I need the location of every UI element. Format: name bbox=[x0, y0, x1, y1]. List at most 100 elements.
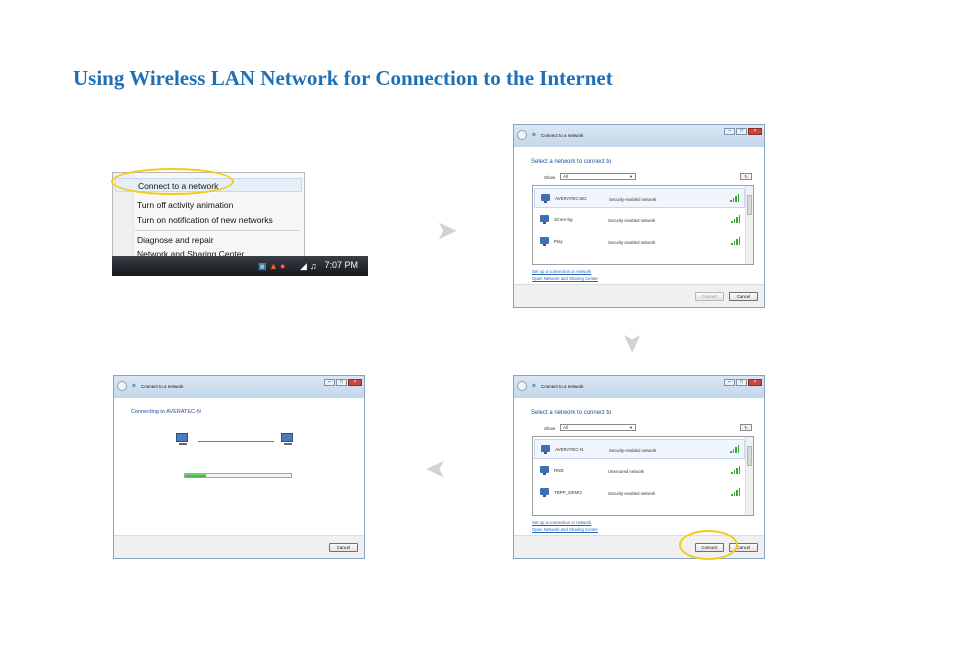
refresh-button[interactable]: ↻ bbox=[740, 173, 752, 180]
network-computer-icon bbox=[541, 194, 550, 203]
wifi-icon: ✶ bbox=[531, 383, 537, 390]
network-computer-icon bbox=[540, 215, 549, 224]
signal-strength-icon bbox=[730, 194, 740, 202]
dialog-connecting-step4: ✶ Connect to a network – □ × Connecting to… bbox=[113, 375, 365, 559]
show-filter-select[interactable]: All ▼ bbox=[560, 173, 636, 180]
network-icon bbox=[281, 433, 295, 445]
scrollbar-thumb[interactable] bbox=[747, 446, 752, 466]
network-row[interactable]: Play Security-enabled network bbox=[534, 232, 745, 252]
network-list: AVERATEC-BG Security-enabled network 3Co… bbox=[532, 185, 754, 265]
network-name: TBPP_DEMO bbox=[554, 490, 582, 495]
dialog-titlebar: ✶ Connect to a network – □ × bbox=[514, 376, 764, 398]
network-row[interactable]: RND Unsecured network bbox=[534, 461, 745, 481]
network-tray-icon[interactable]: ◢ bbox=[300, 261, 307, 271]
setup-connection-link[interactable]: Set up a connection or network bbox=[532, 269, 591, 274]
scrollbar-thumb[interactable] bbox=[747, 195, 752, 215]
network-row[interactable]: AVERATEC-N Security-enabled network bbox=[534, 439, 745, 459]
network-center-link[interactable]: Open Network and Sharing Center bbox=[532, 527, 598, 532]
connecting-heading: Connecting to AVERATEC-N bbox=[131, 409, 201, 415]
network-row[interactable]: 3Com-bg Security-enabled network bbox=[534, 210, 745, 230]
network-name: AVERATEC-BG bbox=[555, 196, 587, 201]
wifi-icon: ✶ bbox=[531, 132, 537, 139]
volume-icon[interactable]: ♫ bbox=[310, 261, 317, 271]
network-name: RND bbox=[554, 468, 564, 473]
network-center-link[interactable]: Open Network and Sharing Center bbox=[532, 276, 598, 281]
minimize-button[interactable]: – bbox=[324, 379, 335, 386]
arrow-down-icon: ➤ bbox=[617, 332, 648, 354]
tray-security-icon[interactable]: ▲ bbox=[269, 261, 278, 271]
menu-item-turn-off-animation[interactable]: Turn off activity animation bbox=[137, 200, 233, 210]
network-security: Unsecured network bbox=[608, 469, 645, 474]
maximize-button[interactable]: □ bbox=[336, 379, 347, 386]
connection-progress-bar bbox=[184, 473, 292, 478]
close-button[interactable]: × bbox=[748, 128, 762, 135]
dialog-footer: Connect Cancel bbox=[514, 284, 764, 307]
setup-connection-link[interactable]: Set up a connection or network bbox=[532, 520, 591, 525]
menu-item-diagnose-repair[interactable]: Diagnose and repair bbox=[137, 235, 214, 245]
dialog-select-network-step3: ✶ Connect to a network – □ × Select a netw… bbox=[513, 375, 765, 559]
signal-strength-icon bbox=[731, 466, 741, 474]
dialog-title: Connect to a network bbox=[141, 384, 184, 389]
minimize-button[interactable]: – bbox=[724, 128, 735, 135]
network-list-scrollbar[interactable] bbox=[745, 437, 753, 515]
dialog-body: Select a network to connect to Show All … bbox=[514, 398, 764, 536]
arrow-left-icon: ➤ bbox=[425, 455, 447, 485]
close-button[interactable]: × bbox=[348, 379, 362, 386]
network-list: AVERATEC-N Security-enabled network RND … bbox=[532, 436, 754, 516]
cancel-button[interactable]: Cancel bbox=[329, 543, 358, 552]
tray-app-icon[interactable]: ▣ bbox=[258, 261, 267, 271]
cancel-button[interactable]: Cancel bbox=[729, 292, 758, 301]
network-security: Security-enabled network bbox=[609, 197, 657, 202]
tray-alert-icon[interactable]: ● bbox=[280, 261, 285, 271]
progress-fill bbox=[185, 474, 207, 477]
dialog-title: Connect to a network bbox=[541, 133, 584, 138]
dialog-footer: Cancel bbox=[114, 535, 364, 558]
network-name: AVERATEC-N bbox=[555, 447, 584, 452]
back-button[interactable] bbox=[117, 381, 127, 391]
maximize-button[interactable]: □ bbox=[736, 379, 747, 386]
signal-strength-icon bbox=[731, 237, 741, 245]
arrow-right-icon: ➤ bbox=[436, 215, 458, 245]
wifi-icon: ✶ bbox=[131, 383, 137, 390]
maximize-button[interactable]: □ bbox=[736, 128, 747, 135]
chevron-down-icon: ▼ bbox=[629, 174, 633, 179]
network-row[interactable]: AVERATEC-BG Security-enabled network bbox=[534, 188, 745, 208]
network-security: Security-enabled network bbox=[608, 240, 656, 245]
dialog-body: Select a network to connect to Show All … bbox=[514, 147, 764, 285]
show-filter-value: All bbox=[563, 425, 569, 430]
highlight-ring-connect-menu bbox=[111, 168, 234, 195]
network-computer-icon bbox=[540, 237, 549, 246]
network-security: Security-enabled network bbox=[609, 448, 657, 453]
dialog-select-network-step2: ✶ Connect to a network – □ × Select a netw… bbox=[513, 124, 765, 308]
network-row[interactable]: TBPP_DEMO Security-enabled network bbox=[534, 483, 745, 503]
chevron-down-icon: ▼ bbox=[629, 425, 633, 430]
network-security: Security-enabled network bbox=[608, 218, 656, 223]
network-name: 3Com-bg bbox=[554, 217, 573, 222]
network-computer-icon bbox=[540, 488, 549, 497]
show-label: Show bbox=[544, 175, 556, 180]
connect-button[interactable]: Connect bbox=[695, 292, 724, 301]
show-label: Show bbox=[544, 426, 556, 431]
menu-separator bbox=[135, 230, 300, 231]
connection-line bbox=[198, 441, 274, 442]
close-button[interactable]: × bbox=[748, 379, 762, 386]
show-filter-select[interactable]: All ▼ bbox=[560, 424, 636, 431]
signal-strength-icon bbox=[731, 488, 741, 496]
dialog-heading: Select a network to connect to bbox=[531, 159, 612, 165]
dialog-heading: Select a network to connect to bbox=[531, 410, 612, 416]
menu-item-turn-on-notification[interactable]: Turn on notification of new networks bbox=[137, 215, 273, 225]
tray-clock[interactable]: 7:07 PM bbox=[324, 260, 358, 270]
taskbar: ▣ ▲ ● ◢ ♫ 7:07 PM bbox=[112, 256, 368, 276]
back-button[interactable] bbox=[517, 130, 527, 140]
back-button[interactable] bbox=[517, 381, 527, 391]
computer-icon bbox=[176, 433, 190, 445]
show-filter-value: All bbox=[563, 174, 569, 179]
refresh-button[interactable]: ↻ bbox=[740, 424, 752, 431]
network-name: Play bbox=[554, 239, 563, 244]
signal-strength-icon bbox=[731, 215, 741, 223]
dialog-titlebar: ✶ Connect to a network – □ × bbox=[514, 125, 764, 147]
dialog-titlebar: ✶ Connect to a network – □ × bbox=[114, 376, 364, 398]
network-list-scrollbar[interactable] bbox=[745, 186, 753, 264]
page-title: Using Wireless LAN Network for Connectio… bbox=[73, 66, 613, 90]
minimize-button[interactable]: – bbox=[724, 379, 735, 386]
